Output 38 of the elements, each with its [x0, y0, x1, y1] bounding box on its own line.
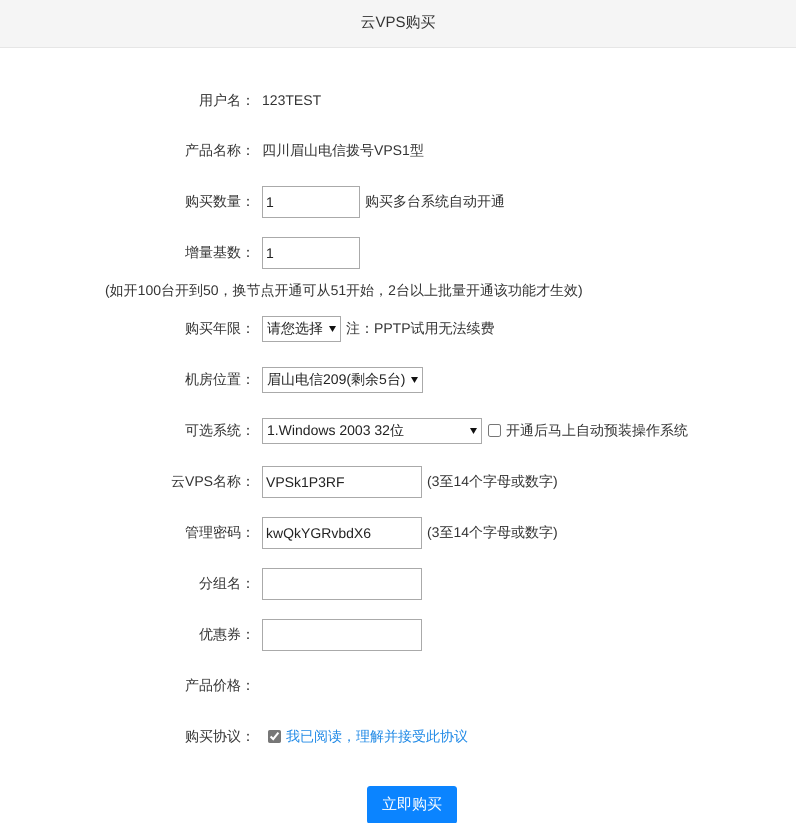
field-label: 购买年限：: [184, 319, 256, 338]
input-field[interactable]: 1: [262, 236, 360, 268]
field-note: (3至14个字母或数字): [427, 472, 558, 491]
field-label: 分组名：: [198, 574, 256, 593]
input-field[interactable]: 1: [262, 186, 360, 218]
field-label: 用户名：: [198, 90, 256, 110]
input-field[interactable]: [262, 568, 422, 600]
caret-icon: [470, 428, 477, 434]
field-value: 四川眉山电信拨号VPS1型: [262, 141, 424, 160]
field-label: 增量基数：: [184, 243, 256, 262]
caret-icon: [329, 326, 336, 332]
field-label: 产品价格：: [184, 676, 256, 695]
field-label: 云VPS名称：: [170, 472, 256, 491]
input-field[interactable]: VPSk1P3RF: [262, 466, 422, 498]
checkbox-label: 开通后马上自动预装操作系统: [506, 421, 688, 440]
field-label: 管理密码：: [184, 523, 256, 542]
field-label: 优惠券：: [198, 625, 256, 644]
caret-icon: [411, 376, 418, 382]
submit-button[interactable]: 立即购买: [367, 786, 457, 823]
page-title: 云VPS购买: [360, 13, 436, 34]
field-label: 机房位置：: [184, 370, 256, 389]
field-label: 购买数量：: [184, 192, 256, 211]
checkbox[interactable]: [268, 730, 281, 743]
hint-text: (如开100台开到50，换节点开通可从51开始，2台以上批量开通该功能才生效): [105, 282, 583, 298]
field-note: 购买多台系统自动开通: [365, 192, 505, 211]
field-label: 产品名称：: [184, 141, 256, 160]
input-field[interactable]: [262, 618, 422, 650]
field-label: 可选系统：: [184, 421, 256, 440]
field-value: 123TEST: [262, 90, 322, 110]
select-dropdown[interactable]: 1.Windows 2003 32位: [262, 418, 482, 444]
select-dropdown[interactable]: 请您选择: [262, 316, 341, 342]
field-note: 注：PPTP试用无法续费: [346, 319, 495, 338]
agreement-link[interactable]: 我已阅读，理解并接受此协议: [286, 726, 468, 747]
input-field[interactable]: kwQkYGRvbdX6: [262, 516, 422, 548]
select-dropdown[interactable]: 眉山电信209(剩余5台): [262, 366, 424, 392]
field-label: 购买协议：: [184, 727, 256, 746]
field-note: (3至14个字母或数字): [427, 523, 558, 542]
checkbox[interactable]: [488, 424, 501, 437]
